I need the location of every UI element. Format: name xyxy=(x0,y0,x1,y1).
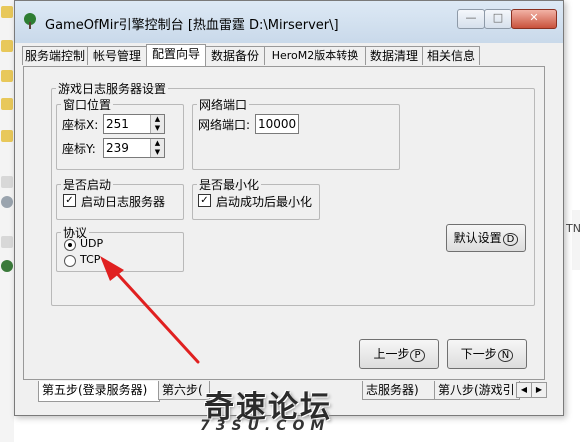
watermark: 奇速论坛 73SU.COM xyxy=(200,382,380,438)
tab-config-wizard[interactable]: 配置向导 xyxy=(146,44,206,66)
watermark-url: 73SU.COM xyxy=(200,418,331,434)
red-arrow-annotation xyxy=(100,256,200,364)
